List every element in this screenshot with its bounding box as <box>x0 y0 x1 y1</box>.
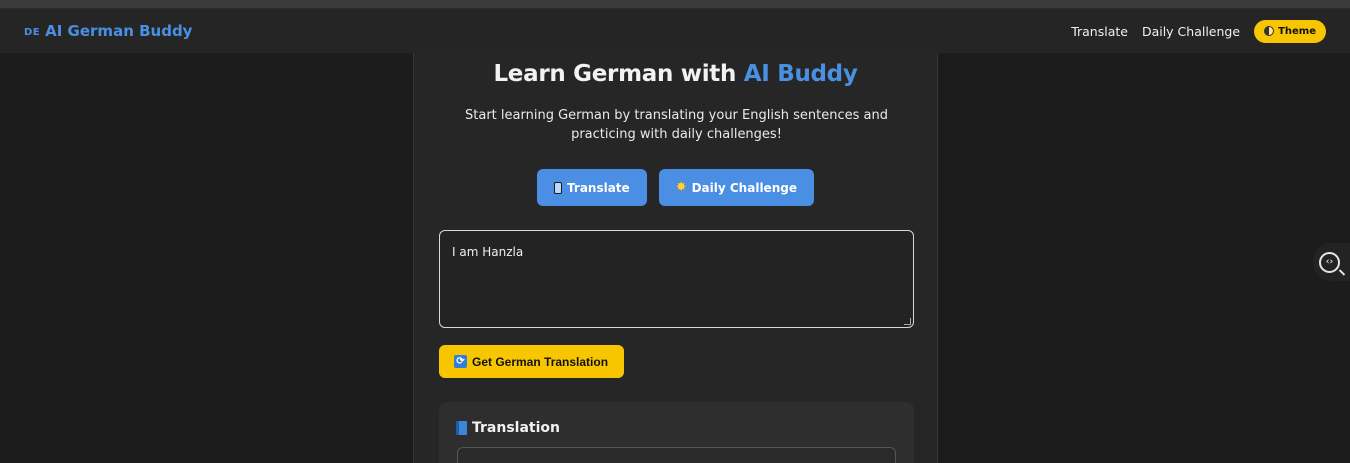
english-input-value: I am Hanzla <box>452 245 524 259</box>
theme-toggle-button[interactable]: Theme <box>1254 19 1326 43</box>
translation-heading: Translation <box>456 420 560 436</box>
get-translation-label: Get German Translation <box>472 354 609 369</box>
code-glyph: ‹› <box>1325 257 1334 267</box>
brand-flag: DE <box>24 26 41 38</box>
phone-icon <box>554 181 563 194</box>
contrast-icon <box>1264 26 1275 36</box>
navbar: DE AI German Buddy Translate Daily Chall… <box>0 9 1350 53</box>
browser-top-strip <box>0 0 1350 9</box>
get-translation-button[interactable]: ⟳ Get German Translation <box>439 345 624 378</box>
translation-title: Translation <box>472 420 560 436</box>
refresh-icon: ⟳ <box>454 355 467 368</box>
resize-handle[interactable] <box>904 318 911 325</box>
english-input[interactable]: I am Hanzla <box>439 230 914 328</box>
translation-output <box>457 447 896 463</box>
daily-challenge-button-label: Daily Challenge <box>691 180 797 195</box>
page-title: Learn German with AI Buddy <box>414 61 937 87</box>
main-card: Learn German with AI Buddy Start learnin… <box>413 53 938 463</box>
code-search-icon: ‹› <box>1319 251 1340 273</box>
nav-link-daily-challenge[interactable]: Daily Challenge <box>1142 24 1240 39</box>
brand-name: AI German Buddy <box>45 22 193 40</box>
page-subtitle: Start learning German by translating you… <box>465 108 888 142</box>
brand-logo[interactable]: DE AI German Buddy <box>24 22 192 40</box>
nav-links: Translate Daily Challenge Theme <box>1071 19 1326 43</box>
translate-button[interactable]: Translate <box>537 169 647 206</box>
title-prefix: Learn German with <box>493 61 744 87</box>
book-icon <box>456 421 467 435</box>
star-icon: ✸ <box>675 180 687 195</box>
theme-label: Theme <box>1278 25 1316 37</box>
daily-challenge-button[interactable]: ✸ Daily Challenge <box>658 169 814 206</box>
nav-link-translate[interactable]: Translate <box>1071 24 1128 39</box>
translation-panel: Translation <box>439 402 914 463</box>
translate-button-label: Translate <box>567 180 630 195</box>
mode-buttons: Translate ✸ Daily Challenge <box>414 169 937 206</box>
side-tool-tab[interactable]: ‹› <box>1313 243 1350 281</box>
title-accent: AI Buddy <box>743 61 858 87</box>
